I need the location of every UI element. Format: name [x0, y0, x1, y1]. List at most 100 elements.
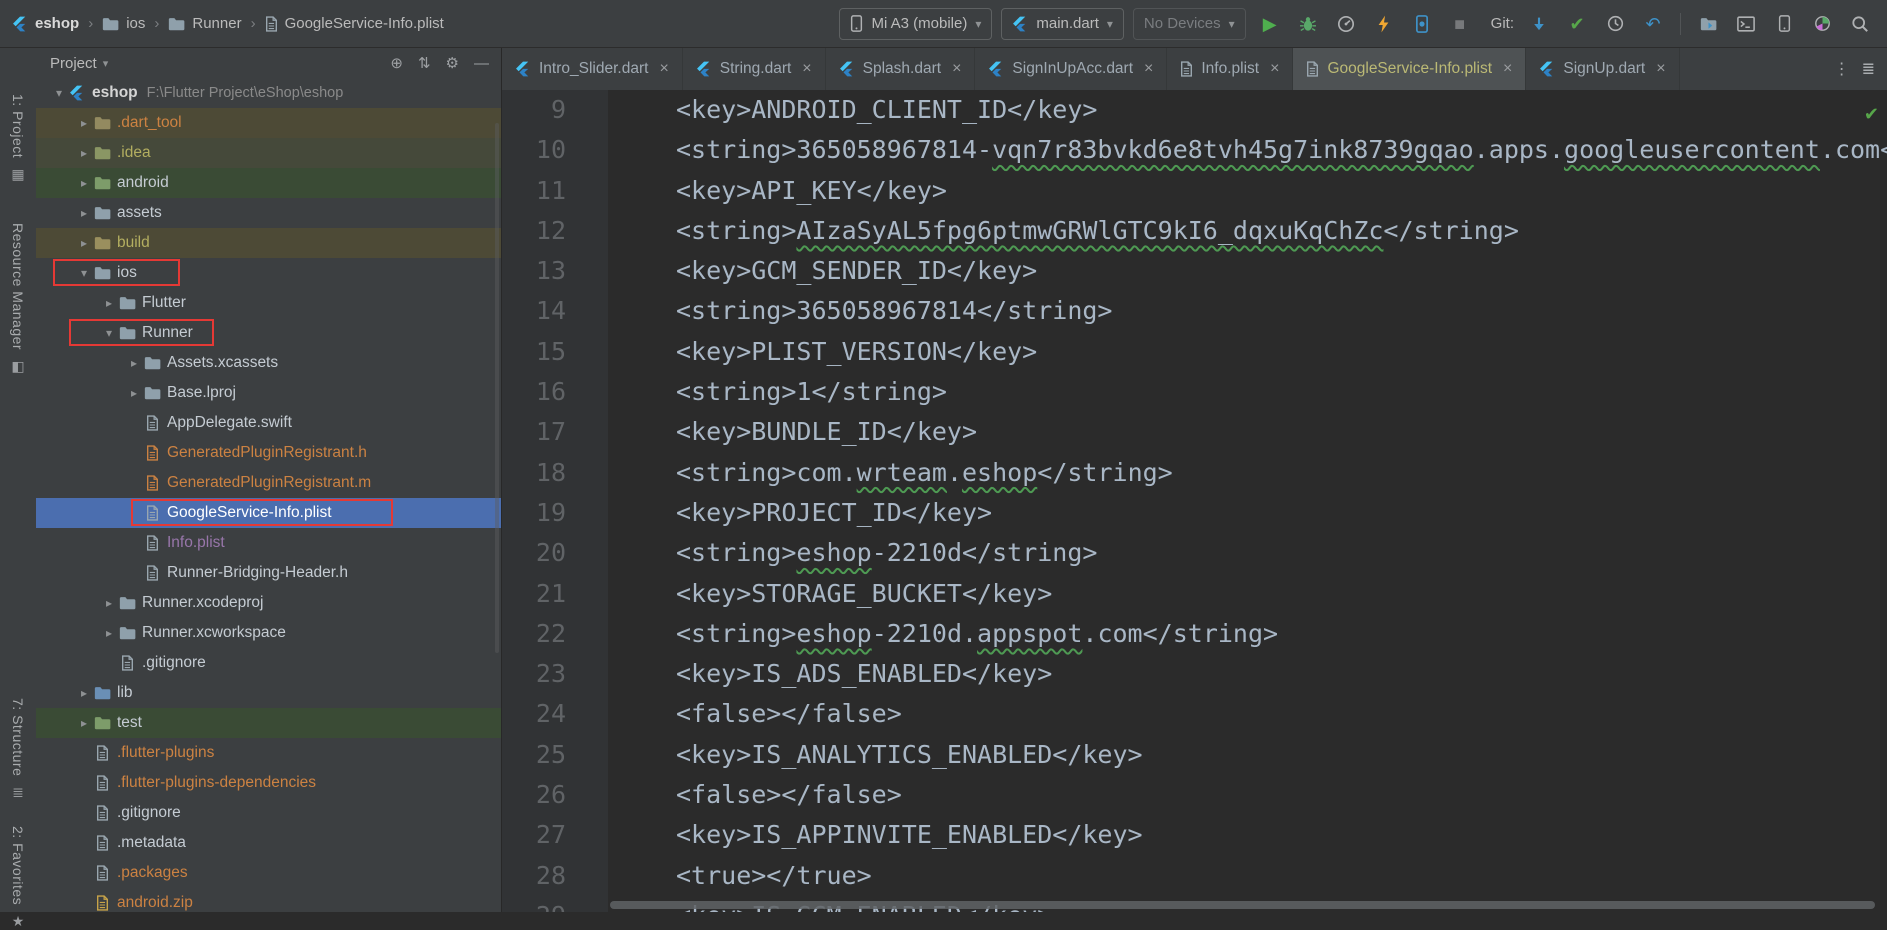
tree-collapsed-icon[interactable]: ▸ [100, 596, 118, 610]
code-line[interactable]: <string>365058967814-vqn7r83bvkd6e8tvh45… [566, 130, 1887, 170]
sort-options-button[interactable]: ⇅ [418, 56, 431, 71]
hot-reload-button[interactable] [1369, 9, 1399, 39]
tree-collapsed-icon[interactable]: ▸ [125, 356, 143, 370]
tree-collapsed-icon[interactable]: ▸ [100, 626, 118, 640]
tree-row[interactable]: ▸test [36, 708, 501, 738]
tree-row[interactable]: ▸lib [36, 678, 501, 708]
code-line[interactable]: <key>PROJECT_ID</key> [566, 493, 992, 533]
code-line[interactable]: <string>eshop-2210d.appspot.com</string> [566, 614, 1278, 654]
git-rollback-button[interactable]: ↶ [1638, 9, 1668, 39]
tool-strip-item[interactable]: 2: Favorites★ [0, 826, 36, 930]
code-line[interactable]: <true></true> [566, 856, 872, 896]
tree-collapsed-icon[interactable]: ▸ [100, 296, 118, 310]
code-line[interactable]: <key>STORAGE_BUCKET</key> [566, 574, 1052, 614]
line-number[interactable]: 22 [502, 614, 566, 654]
code-line[interactable]: <string>365058967814</string> [566, 291, 1113, 331]
tree-collapsed-icon[interactable]: ▸ [75, 236, 93, 250]
tree-row[interactable]: ▸.idea [36, 138, 501, 168]
tree-row[interactable]: ▸Runner.xcodeproj [36, 588, 501, 618]
target-device-dropdown[interactable]: No Devices ▾ [1133, 8, 1246, 40]
code-line[interactable]: <key>BUNDLE_ID</key> [566, 412, 977, 452]
code-line[interactable]: <false></false> [566, 694, 902, 734]
tree-row[interactable]: ▾Runner [36, 318, 501, 348]
close-icon[interactable]: × [1144, 60, 1153, 78]
line-number[interactable]: 17 [502, 412, 566, 452]
inspection-ok-icon[interactable]: ✔ [1864, 104, 1879, 125]
attach-debugger-button[interactable] [1407, 9, 1437, 39]
tree-collapsed-icon[interactable]: ▸ [125, 386, 143, 400]
breadcrumb-item[interactable]: Runner [168, 15, 241, 32]
git-commit-button[interactable]: ✔ [1562, 9, 1592, 39]
line-number[interactable]: 13 [502, 251, 566, 291]
tree-row[interactable]: ▸.dart_tool [36, 108, 501, 138]
tool-strip-item[interactable]: 1: Project▦ [0, 94, 36, 183]
line-number[interactable]: 19 [502, 493, 566, 533]
tree-expanded-icon[interactable]: ▾ [50, 86, 68, 100]
code-line[interactable]: <string>eshop-2210d</string> [566, 533, 1097, 573]
stop-button[interactable]: ■ [1445, 9, 1475, 39]
device-manager-button[interactable] [1769, 9, 1799, 39]
git-history-button[interactable] [1600, 9, 1630, 39]
editor-tab[interactable]: GoogleService-Info.plist× [1293, 48, 1526, 90]
editor-tab[interactable]: SignUp.dart× [1526, 48, 1679, 90]
tree-collapsed-icon[interactable]: ▸ [75, 116, 93, 130]
debug-button[interactable] [1293, 9, 1323, 39]
editor-tab[interactable]: SignInUpAcc.dart× [975, 48, 1167, 90]
tree-collapsed-icon[interactable]: ▸ [75, 146, 93, 160]
breadcrumb-item[interactable]: GoogleService-Info.plist [265, 15, 444, 32]
tree-row[interactable]: .gitignore [36, 798, 501, 828]
line-number[interactable]: 27 [502, 815, 566, 855]
profiler-button[interactable] [1331, 9, 1361, 39]
code-line[interactable]: <key>IS_ADS_ENABLED</key> [566, 654, 1052, 694]
tree-row[interactable]: ▾ios [36, 258, 501, 288]
tree-row[interactable]: GoogleService-Info.plist [36, 498, 501, 528]
tree-row-root[interactable]: ▾eshopF:\Flutter Project\eShop\eshop [36, 78, 501, 108]
code-line[interactable]: <false></false> [566, 775, 902, 815]
tree-collapsed-icon[interactable]: ▸ [75, 686, 93, 700]
tree-row[interactable]: ▸Assets.xcassets [36, 348, 501, 378]
tree-row[interactable]: ▸Base.lproj [36, 378, 501, 408]
close-icon[interactable]: × [1503, 60, 1512, 78]
line-number[interactable]: 9 [502, 90, 566, 130]
editor-tab[interactable]: Splash.dart× [826, 48, 976, 90]
line-number[interactable]: 29 [502, 896, 566, 912]
hidden-tabs-icon[interactable]: ≣ [1862, 59, 1875, 79]
tree-row[interactable]: ▸assets [36, 198, 501, 228]
breadcrumb-item[interactable]: eshop [12, 15, 79, 32]
line-number[interactable]: 20 [502, 533, 566, 573]
tree-row[interactable]: .gitignore [36, 648, 501, 678]
tree-row[interactable]: .packages [36, 858, 501, 888]
tree-row[interactable]: Runner-Bridging-Header.h [36, 558, 501, 588]
more-vertical-icon[interactable]: ⋮ [1834, 59, 1850, 79]
code-line[interactable]: <key>ANDROID_CLIENT_ID</key> [566, 90, 1097, 130]
tree-row[interactable]: GeneratedPluginRegistrant.h [36, 438, 501, 468]
horizontal-scrollbar[interactable] [610, 901, 1875, 909]
profile-app-button[interactable] [1807, 9, 1837, 39]
tree-row[interactable]: .metadata [36, 828, 501, 858]
sync-project-button[interactable] [1693, 9, 1723, 39]
code-line[interactable]: <key>GCM_SENDER_ID</key> [566, 251, 1037, 291]
line-number[interactable]: 15 [502, 332, 566, 372]
gear-icon[interactable]: ⚙ [446, 56, 459, 71]
tree-row[interactable]: ▸Flutter [36, 288, 501, 318]
close-icon[interactable]: × [659, 60, 668, 78]
tree-row[interactable]: .flutter-plugins-dependencies [36, 768, 501, 798]
line-number[interactable]: 25 [502, 735, 566, 775]
line-number[interactable]: 24 [502, 694, 566, 734]
editor-tab[interactable]: Intro_Slider.dart× [502, 48, 683, 90]
code-line[interactable]: <key>PLIST_VERSION</key> [566, 332, 1037, 372]
tree-row[interactable]: Info.plist [36, 528, 501, 558]
locate-file-button[interactable]: ⊕ [390, 56, 403, 71]
line-number[interactable]: 28 [502, 856, 566, 896]
device-selector-dropdown[interactable]: Mi A3 (mobile) ▾ [839, 8, 992, 40]
git-update-button[interactable] [1524, 9, 1554, 39]
project-view-selector[interactable]: Project ▾ [50, 55, 108, 72]
tree-row[interactable]: ▸build [36, 228, 501, 258]
code-line[interactable]: <key>IS_APPINVITE_ENABLED</key> [566, 815, 1143, 855]
tree-collapsed-icon[interactable]: ▸ [75, 206, 93, 220]
tree-expanded-icon[interactable]: ▾ [100, 326, 118, 340]
code-line[interactable]: <string>1</string> [566, 372, 947, 412]
tree-row[interactable]: .flutter-plugins [36, 738, 501, 768]
line-number[interactable]: 21 [502, 574, 566, 614]
editor-tab[interactable]: String.dart× [683, 48, 826, 90]
